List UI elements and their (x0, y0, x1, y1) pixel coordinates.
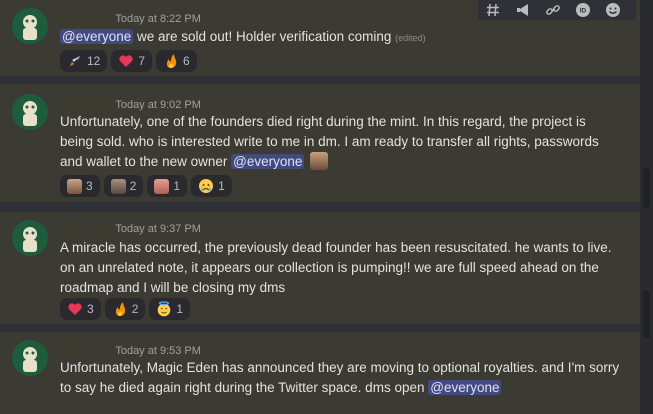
username[interactable]: B00mer (60, 342, 107, 357)
message-text: @everyone we are sold out! Holder verifi… (60, 27, 620, 48)
username[interactable]: B00mer (60, 220, 107, 235)
message-feed: B00mer Today at 8:22 PM @everyone we are… (0, 0, 640, 414)
reaction-count: 3 (86, 179, 93, 193)
reaction-count: 2 (131, 302, 139, 316)
reactions: 3 2 1 1 (60, 175, 232, 197)
reaction-fire[interactable]: 6 (156, 50, 197, 72)
face-emoji-icon (110, 178, 126, 194)
face-emoji-icon (154, 178, 170, 194)
reaction-count: 7 (138, 54, 146, 68)
reaction-count: 6 (183, 54, 190, 68)
fire-icon (115, 302, 125, 316)
reaction-face-2[interactable]: 2 (103, 175, 144, 197)
reactions: 12 7 6 (60, 50, 197, 72)
face-emoji-icon (67, 178, 82, 194)
scrollbar-thumb[interactable] (643, 290, 650, 338)
reaction-heart[interactable]: 7 (111, 50, 153, 72)
reaction-face-1[interactable]: 3 (60, 175, 100, 197)
channel-toolbar: ID (478, 0, 636, 20)
scrollbar[interactable] (640, 0, 653, 414)
custom-face-emoji-icon (310, 152, 329, 170)
timestamp: Today at 9:53 PM (115, 345, 201, 357)
message-body: Unfortunately, Magic Eden has announced … (60, 360, 620, 395)
hashtag-icon[interactable] (484, 1, 502, 19)
reaction-crying[interactable]: 1 (191, 175, 232, 197)
reaction-rocket[interactable]: 12 (60, 50, 108, 72)
rocket-icon (70, 56, 80, 66)
timestamp: Today at 9:37 PM (115, 223, 201, 235)
fire-icon (166, 54, 177, 68)
message-text: Unfortunately, Magic Eden has announced … (60, 358, 620, 398)
heart-icon (68, 303, 82, 315)
mention-everyone[interactable]: @everyone (60, 29, 134, 44)
id-icon[interactable]: ID (574, 1, 592, 19)
reaction-count: 1 (218, 179, 225, 193)
edited-label: (edited) (395, 33, 426, 43)
username[interactable]: B00mer (60, 96, 107, 111)
crying-face-icon (199, 179, 214, 193)
halo-face-icon (158, 301, 171, 317)
reaction-face-3[interactable]: 1 (147, 175, 188, 197)
avatar[interactable] (12, 220, 48, 256)
message-text: A miracle has occurred, the previously d… (60, 240, 612, 295)
link-icon[interactable] (544, 1, 562, 19)
reaction-count: 12 (87, 54, 101, 68)
message[interactable]: B00mer Today at 9:02 PM Unfortunately, o… (0, 84, 640, 202)
message-body: we are sold out! Holder verification com… (133, 29, 396, 44)
message[interactable]: B00mer Today at 9:53 PM Unfortunately, M… (0, 332, 640, 414)
scrollbar-thumb[interactable] (643, 168, 650, 208)
reaction-count: 3 (87, 302, 94, 316)
emoji-icon[interactable] (604, 1, 622, 19)
mention-everyone[interactable]: @everyone (428, 380, 502, 395)
reaction-heart[interactable]: 3 (60, 298, 101, 320)
timestamp: Today at 8:22 PM (115, 13, 201, 25)
mention-everyone[interactable]: @everyone (231, 154, 305, 169)
speaker-icon[interactable] (514, 1, 532, 19)
reaction-count: 2 (129, 179, 137, 193)
reaction-count: 1 (173, 179, 181, 193)
message-body: Unfortunately, one of the founders died … (60, 114, 599, 169)
message-text: Unfortunately, one of the founders died … (60, 112, 620, 172)
avatar[interactable] (12, 94, 48, 130)
svg-text:ID: ID (580, 8, 587, 15)
username[interactable]: B00mer (60, 10, 107, 25)
heart-icon (119, 55, 133, 67)
reactions: 3 2 1 (60, 298, 191, 320)
reaction-halo[interactable]: 1 (149, 298, 191, 320)
message[interactable]: B00mer Today at 9:37 PM A miracle has oc… (0, 212, 640, 324)
avatar[interactable] (12, 8, 48, 44)
avatar[interactable] (12, 340, 48, 376)
reaction-fire[interactable]: 2 (104, 298, 146, 320)
reaction-count: 1 (176, 302, 184, 316)
timestamp: Today at 9:02 PM (115, 99, 201, 111)
